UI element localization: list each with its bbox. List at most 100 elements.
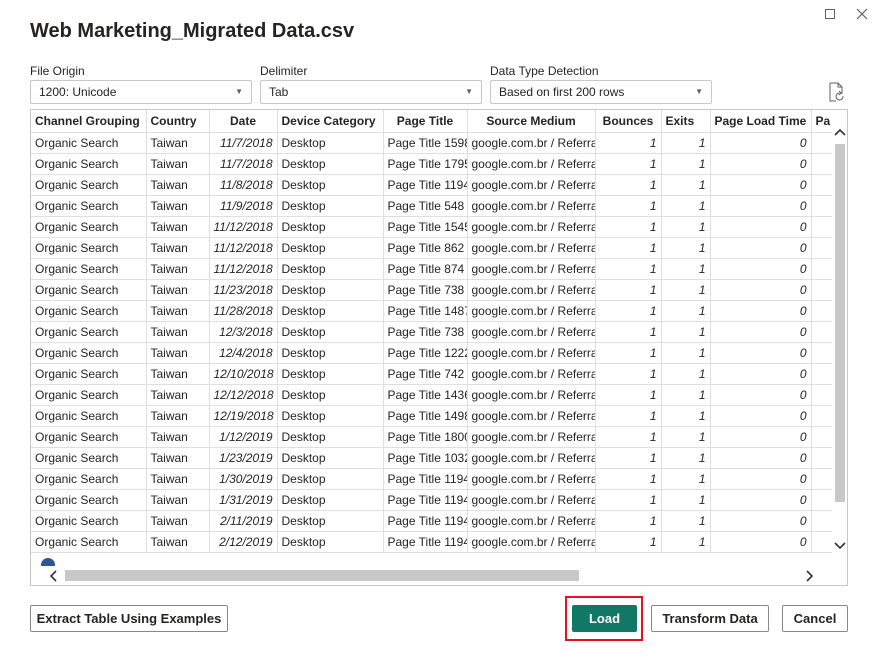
table-row: Organic Search Taiwan 1/31/2019 Desktop Page… bbox=[31, 489, 847, 511]
table-cell: Taiwan bbox=[146, 405, 210, 427]
scroll-down-icon[interactable] bbox=[834, 540, 846, 552]
table-cell: 0 bbox=[710, 468, 812, 490]
table-cell: Taiwan bbox=[146, 216, 210, 238]
table-cell: 1 bbox=[595, 342, 662, 364]
table-cell: Desktop bbox=[277, 426, 384, 448]
transform-data-button[interactable]: Transform Data bbox=[651, 605, 769, 632]
table-cell: google.com.br / Referral bbox=[467, 489, 596, 511]
help-icon[interactable] bbox=[41, 558, 55, 566]
table-cell: Taiwan bbox=[146, 258, 210, 280]
table-cell: Desktop bbox=[277, 279, 384, 301]
table-cell: Taiwan bbox=[146, 342, 210, 364]
table-row: Organic Search Taiwan 11/23/2018 Desktop Pag… bbox=[31, 279, 847, 301]
table-cell: Desktop bbox=[277, 342, 384, 364]
table-cell: 1 bbox=[661, 237, 711, 259]
table-cell: google.com.br / Referral bbox=[467, 132, 596, 154]
table-cell: Organic Search bbox=[31, 510, 147, 532]
table-cell: Organic Search bbox=[31, 531, 147, 553]
table-cell: Page Title 1194 bbox=[383, 468, 468, 490]
table-cell: 1 bbox=[595, 132, 662, 154]
column-header[interactable]: Country bbox=[146, 110, 210, 133]
table-cell: Desktop bbox=[277, 531, 384, 553]
table-cell: 1 bbox=[661, 342, 711, 364]
cancel-button[interactable]: Cancel bbox=[782, 605, 848, 632]
table-cell: 0 bbox=[710, 300, 812, 322]
scroll-left-icon[interactable] bbox=[47, 570, 59, 582]
table-cell: 0 bbox=[710, 237, 812, 259]
data-type-detection-label: Data Type Detection bbox=[490, 64, 599, 78]
table-cell: Taiwan bbox=[146, 321, 210, 343]
delimiter-label: Delimiter bbox=[260, 64, 308, 78]
table-cell: Desktop bbox=[277, 510, 384, 532]
table-row: Organic Search Taiwan 1/12/2019 Desktop Page… bbox=[31, 426, 847, 448]
table-cell: google.com.br / Referral bbox=[467, 510, 596, 532]
table-cell: 11/7/2018 bbox=[209, 153, 278, 175]
table-cell: Desktop bbox=[277, 258, 384, 280]
table-cell: Page Title 862 bbox=[383, 237, 468, 259]
data-preview-grid[interactable]: Channel Grouping Country Date Device Cat… bbox=[30, 109, 848, 586]
table-cell: Organic Search bbox=[31, 342, 147, 364]
table-cell: 1 bbox=[595, 174, 662, 196]
table-cell: Page Title 1795 bbox=[383, 153, 468, 175]
table-cell: 1/30/2019 bbox=[209, 468, 278, 490]
table-cell: 0 bbox=[710, 405, 812, 427]
table-cell: 0 bbox=[710, 321, 812, 343]
scroll-right-icon[interactable] bbox=[804, 570, 816, 582]
table-cell: 0 bbox=[710, 153, 812, 175]
table-cell: google.com.br / Referral bbox=[467, 468, 596, 490]
table-cell: Page Title 874 bbox=[383, 258, 468, 280]
table-cell: 0 bbox=[710, 447, 812, 469]
preview-table: Channel Grouping Country Date Device Cat… bbox=[31, 110, 847, 553]
extract-table-button[interactable]: Extract Table Using Examples bbox=[30, 605, 228, 632]
maximize-icon[interactable] bbox=[819, 4, 841, 24]
table-cell: 1 bbox=[661, 174, 711, 196]
table-row: Organic Search Taiwan 11/7/2018 Desktop Page… bbox=[31, 153, 847, 175]
horizontal-scroll-thumb[interactable] bbox=[65, 570, 579, 581]
table-cell: 1 bbox=[661, 405, 711, 427]
table-cell: Page Title 738 bbox=[383, 321, 468, 343]
table-cell: Page Title 1598 bbox=[383, 132, 468, 154]
table-cell: 1 bbox=[661, 321, 711, 343]
table-cell: 11/12/2018 bbox=[209, 258, 278, 280]
table-cell: 12/4/2018 bbox=[209, 342, 278, 364]
table-cell: 0 bbox=[710, 342, 812, 364]
table-cell: Desktop bbox=[277, 447, 384, 469]
scroll-up-icon[interactable] bbox=[834, 126, 846, 138]
table-cell: google.com.br / Referral bbox=[467, 447, 596, 469]
table-cell: Page Title 1194 bbox=[383, 489, 468, 511]
column-header[interactable]: Page Title bbox=[383, 110, 468, 133]
delimiter-select[interactable]: Tab ▼ bbox=[260, 80, 482, 104]
column-header[interactable]: Channel Grouping bbox=[31, 110, 147, 133]
column-header[interactable]: Date bbox=[209, 110, 278, 133]
table-cell: Organic Search bbox=[31, 216, 147, 238]
table-cell: Desktop bbox=[277, 153, 384, 175]
vertical-scroll-thumb[interactable] bbox=[835, 144, 845, 502]
table-cell: google.com.br / Referral bbox=[467, 195, 596, 217]
horizontal-scrollbar[interactable] bbox=[31, 566, 832, 585]
table-cell: 0 bbox=[710, 132, 812, 154]
file-origin-select[interactable]: 1200: Unicode ▼ bbox=[30, 80, 252, 104]
table-cell: Organic Search bbox=[31, 405, 147, 427]
table-cell: Organic Search bbox=[31, 321, 147, 343]
column-header[interactable]: Source Medium bbox=[467, 110, 596, 133]
column-header[interactable]: Device Category bbox=[277, 110, 384, 133]
table-cell: 1 bbox=[595, 237, 662, 259]
table-cell: Taiwan bbox=[146, 489, 210, 511]
table-cell: Organic Search bbox=[31, 468, 147, 490]
table-cell: Organic Search bbox=[31, 300, 147, 322]
column-header[interactable]: Exits bbox=[661, 110, 711, 133]
vertical-scrollbar[interactable] bbox=[832, 110, 847, 557]
table-cell: 1 bbox=[595, 279, 662, 301]
chevron-down-icon: ▼ bbox=[465, 87, 473, 96]
table-cell: Page Title 738 bbox=[383, 279, 468, 301]
table-row: Organic Search Taiwan 1/30/2019 Desktop Page… bbox=[31, 468, 847, 490]
refresh-icon[interactable] bbox=[828, 82, 846, 102]
column-header[interactable]: Page Load Time bbox=[710, 110, 812, 133]
table-cell: 1 bbox=[595, 447, 662, 469]
data-type-detection-select[interactable]: Based on first 200 rows ▼ bbox=[490, 80, 712, 104]
table-cell: Page Title 548 bbox=[383, 195, 468, 217]
chevron-down-icon: ▼ bbox=[235, 87, 243, 96]
close-icon[interactable] bbox=[851, 4, 873, 24]
column-header[interactable]: Bounces bbox=[595, 110, 662, 133]
table-cell: Organic Search bbox=[31, 258, 147, 280]
